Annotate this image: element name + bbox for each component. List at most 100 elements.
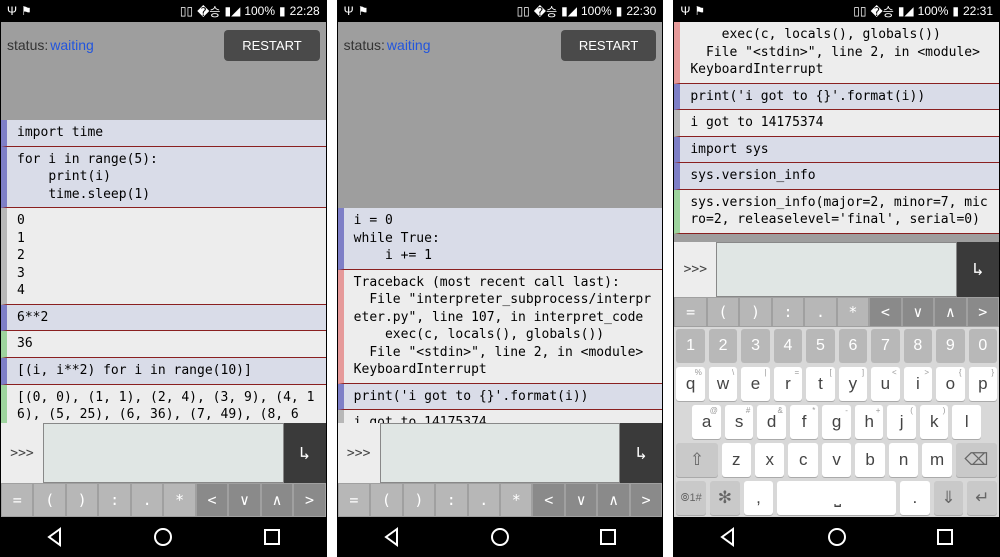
home-button[interactable] [486, 523, 514, 551]
sym-key[interactable]: * [500, 483, 532, 517]
key-num[interactable]: 2 [709, 329, 737, 363]
settings-key[interactable]: ✻ [710, 481, 740, 515]
key-letter[interactable]: h+ [855, 405, 884, 439]
key-letter[interactable]: s# [725, 405, 754, 439]
sym-key[interactable]: ( [33, 483, 65, 517]
input-cell[interactable]: print('i got to {}'.format(i)) [674, 84, 999, 111]
key-letter[interactable]: i> [904, 367, 932, 401]
backspace-key[interactable]: ⌫ [956, 443, 997, 477]
key-num[interactable]: 5 [806, 329, 834, 363]
code-input[interactable] [380, 423, 621, 483]
sym-key[interactable]: ) [739, 297, 771, 327]
key-letter[interactable]: o{ [936, 367, 964, 401]
home-button[interactable] [149, 523, 177, 551]
shift-key[interactable]: ⇧ [676, 443, 717, 477]
right-icon[interactable]: > [630, 483, 662, 517]
repl-history[interactable]: import time for i in range(5): print(i) … [1, 68, 326, 423]
right-icon[interactable]: > [293, 483, 325, 517]
key-num[interactable]: 7 [871, 329, 899, 363]
sym-key[interactable]: = [1, 483, 33, 517]
right-icon[interactable]: > [967, 297, 999, 327]
input-cell[interactable]: sys.version_info [674, 163, 999, 190]
key-letter[interactable]: p} [969, 367, 997, 401]
up-icon[interactable]: ∧ [597, 483, 629, 517]
down-icon[interactable]: ∨ [902, 297, 934, 327]
sym-key[interactable]: * [837, 297, 869, 327]
comma-key[interactable]: , [744, 481, 774, 515]
key-letter[interactable]: g- [822, 405, 851, 439]
input-cell[interactable]: print('i got to {}'.format(i)) [338, 384, 663, 411]
input-cell[interactable]: i = 0 while True: i += 1 [338, 208, 663, 270]
sym-key[interactable]: = [338, 483, 370, 517]
key-letter[interactable]: z [722, 443, 751, 477]
recent-button[interactable] [258, 523, 286, 551]
sym-key[interactable]: * [163, 483, 195, 517]
run-button[interactable]: ↳ [284, 423, 326, 483]
key-num[interactable]: 9 [936, 329, 964, 363]
key-num[interactable]: 0 [969, 329, 997, 363]
input-cell[interactable]: import time [1, 120, 326, 147]
key-letter[interactable]: j( [887, 405, 916, 439]
left-icon[interactable]: < [196, 483, 228, 517]
input-cell[interactable]: for i in range(5): print(i) time.sleep(1… [1, 147, 326, 209]
key-num[interactable]: 4 [774, 329, 802, 363]
home-button[interactable] [823, 523, 851, 551]
key-letter[interactable]: l [952, 405, 981, 439]
key-letter[interactable]: r= [774, 367, 802, 401]
back-button[interactable] [41, 523, 69, 551]
input-cell[interactable]: import sys [674, 137, 999, 164]
input-cell[interactable]: [(i, i**2) for i in range(10)] [1, 358, 326, 385]
back-button[interactable] [714, 523, 742, 551]
key-letter[interactable]: q% [676, 367, 704, 401]
down-icon[interactable]: ∨ [228, 483, 260, 517]
key-letter[interactable]: x [755, 443, 784, 477]
key-num[interactable]: 1 [676, 329, 704, 363]
key-letter[interactable]: d& [757, 405, 786, 439]
key-num[interactable]: 8 [904, 329, 932, 363]
key-letter[interactable]: w\ [709, 367, 737, 401]
input-cell[interactable]: 6**2 [1, 305, 326, 332]
symbols-key[interactable]: ⦾1# [676, 481, 706, 515]
key-num[interactable]: 3 [741, 329, 769, 363]
up-icon[interactable]: ∧ [934, 297, 966, 327]
enter-key[interactable]: ↵ [967, 481, 997, 515]
recent-button[interactable] [594, 523, 622, 551]
sym-key[interactable]: ) [403, 483, 435, 517]
key-letter[interactable]: f* [790, 405, 819, 439]
repl-history[interactable]: i = 0 while True: i += 1 Traceback (most… [338, 68, 663, 423]
back-button[interactable] [378, 523, 406, 551]
restart-button[interactable]: RESTART [224, 30, 319, 61]
sym-key[interactable]: : [772, 297, 804, 327]
code-input[interactable] [43, 423, 284, 483]
key-letter[interactable]: c [788, 443, 817, 477]
restart-button[interactable]: RESTART [561, 30, 656, 61]
sym-key[interactable]: ( [370, 483, 402, 517]
sym-key[interactable]: ( [707, 297, 739, 327]
hide-kbd-key[interactable]: ⇓ [934, 481, 964, 515]
sym-key[interactable]: ) [66, 483, 98, 517]
key-letter[interactable]: k) [920, 405, 949, 439]
key-num[interactable]: 6 [839, 329, 867, 363]
sym-key[interactable]: : [98, 483, 130, 517]
space-key[interactable]: ⎵ [777, 481, 896, 515]
repl-history[interactable]: exec(c, locals(), globals()) File "<stdi… [674, 22, 999, 242]
period-key[interactable]: . [900, 481, 930, 515]
key-letter[interactable]: y] [839, 367, 867, 401]
sym-key[interactable]: . [804, 297, 836, 327]
left-icon[interactable]: < [532, 483, 564, 517]
sym-key[interactable]: . [468, 483, 500, 517]
sym-key[interactable]: = [674, 297, 706, 327]
recent-button[interactable] [931, 523, 959, 551]
key-letter[interactable]: e| [741, 367, 769, 401]
down-icon[interactable]: ∨ [565, 483, 597, 517]
key-letter[interactable]: a@ [692, 405, 721, 439]
run-button[interactable]: ↳ [620, 423, 662, 483]
key-letter[interactable]: u< [871, 367, 899, 401]
code-input[interactable] [716, 242, 957, 297]
up-icon[interactable]: ∧ [261, 483, 293, 517]
sym-key[interactable]: : [435, 483, 467, 517]
key-letter[interactable]: t[ [806, 367, 834, 401]
key-letter[interactable]: n [889, 443, 918, 477]
key-letter[interactable]: v [822, 443, 851, 477]
key-letter[interactable]: b [855, 443, 884, 477]
